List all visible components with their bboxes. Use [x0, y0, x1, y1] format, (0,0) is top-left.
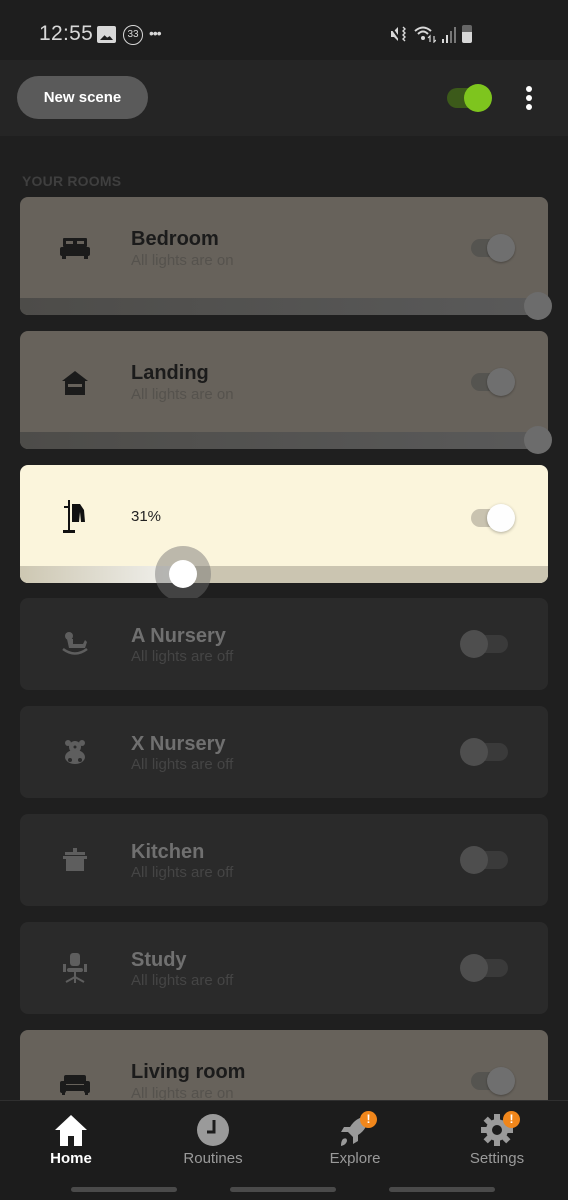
room-toggle[interactable] — [460, 628, 508, 660]
cooking-pot-icon — [58, 843, 92, 877]
brightness-slider[interactable] — [20, 560, 548, 588]
more-vertical-icon — [526, 86, 532, 92]
brightness-fill — [20, 298, 538, 315]
home-icon — [55, 1115, 87, 1146]
room-status: All lights are off — [131, 648, 234, 665]
room-brightness-percent: 31% — [131, 508, 162, 525]
room-status: All lights are on — [131, 386, 234, 403]
room-name: A Nursery — [131, 625, 226, 647]
coat-rack-icon — [58, 499, 92, 533]
room-name: Study — [131, 949, 187, 971]
brightness-fill — [20, 432, 538, 449]
room-toggle[interactable] — [471, 232, 519, 264]
house-icon — [58, 366, 92, 400]
nav-label: Settings — [469, 1150, 525, 1167]
bed-icon — [58, 232, 92, 266]
nav-explore[interactable]: ! Explore — [284, 1101, 426, 1177]
battery-icon — [462, 25, 472, 43]
room-name: Landing — [131, 362, 209, 384]
more-options-button[interactable] — [520, 84, 538, 112]
status-time: 12:55 — [39, 22, 94, 45]
room-toggle[interactable] — [471, 366, 519, 398]
nav-label: Routines — [183, 1150, 243, 1167]
wifi-icon — [414, 26, 436, 43]
room-toggle[interactable] — [460, 736, 508, 768]
nav-home[interactable]: Home — [0, 1101, 142, 1177]
brightness-slider[interactable] — [20, 426, 552, 454]
bottom-nav: Home Routines ! Explore ! Settings — [0, 1100, 568, 1200]
mute-vibrate-icon — [390, 26, 406, 42]
room-card-bedroom[interactable]: Bedroom All lights are on — [20, 197, 552, 320]
nav-label: Home — [50, 1150, 92, 1167]
room-card-landing[interactable]: Landing All lights are on — [20, 331, 552, 454]
office-chair-icon — [58, 951, 92, 985]
rocking-horse-icon — [58, 627, 92, 661]
all-lights-toggle[interactable] — [447, 82, 493, 114]
room-card-x-nursery[interactable]: X Nursery All lights are off — [20, 706, 548, 798]
brightness-thumb[interactable] — [169, 560, 197, 588]
room-status: All lights are off — [131, 864, 234, 881]
room-status: All lights are on — [131, 252, 234, 269]
brightness-slider[interactable] — [20, 292, 552, 320]
brightness-thumb[interactable] — [524, 292, 552, 320]
room-card-a-nursery[interactable]: A Nursery All lights are off — [20, 598, 548, 690]
explore-notification-badge: ! — [360, 1111, 377, 1128]
room-toggle[interactable] — [460, 844, 508, 876]
room-card-kitchen[interactable]: Kitchen All lights are off — [20, 814, 548, 906]
toggle-knob — [464, 84, 492, 112]
nav-routines[interactable]: Routines — [142, 1101, 284, 1177]
room-name: Kitchen — [131, 841, 205, 863]
room-toggle[interactable] — [460, 952, 508, 984]
room-toggle[interactable] — [471, 1065, 519, 1097]
clock-icon — [197, 1114, 229, 1146]
room-card-active[interactable]: 31% — [20, 465, 548, 588]
gallery-icon — [97, 26, 116, 43]
section-label: YOUR ROOMS — [22, 173, 122, 189]
gesture-bar — [389, 1187, 495, 1192]
status-bar: 12:55 33 ••• — [0, 0, 568, 60]
room-status: All lights are off — [131, 756, 234, 773]
top-bar: New scene — [0, 60, 568, 136]
settings-notification-badge: ! — [503, 1111, 520, 1128]
new-scene-button[interactable]: New scene — [17, 76, 148, 119]
sofa-icon — [58, 1068, 92, 1102]
room-name: Living room — [131, 1061, 246, 1083]
teddy-bear-icon — [58, 735, 92, 769]
brightness-thumb[interactable] — [524, 426, 552, 454]
room-name: X Nursery — [131, 733, 226, 755]
room-status: All lights are off — [131, 972, 234, 989]
room-toggle[interactable] — [471, 502, 519, 534]
room-name: Bedroom — [131, 228, 219, 250]
brightness-fill — [20, 566, 183, 583]
gesture-bar — [71, 1187, 177, 1192]
nav-label: Explore — [329, 1150, 381, 1167]
signal-icon — [442, 27, 456, 43]
notification-count-icon: 33 — [123, 25, 143, 45]
nav-settings[interactable]: ! Settings — [426, 1101, 568, 1177]
more-notifications-icon: ••• — [149, 25, 162, 41]
room-card-study[interactable]: Study All lights are off — [20, 922, 548, 1014]
gesture-bar — [230, 1187, 336, 1192]
